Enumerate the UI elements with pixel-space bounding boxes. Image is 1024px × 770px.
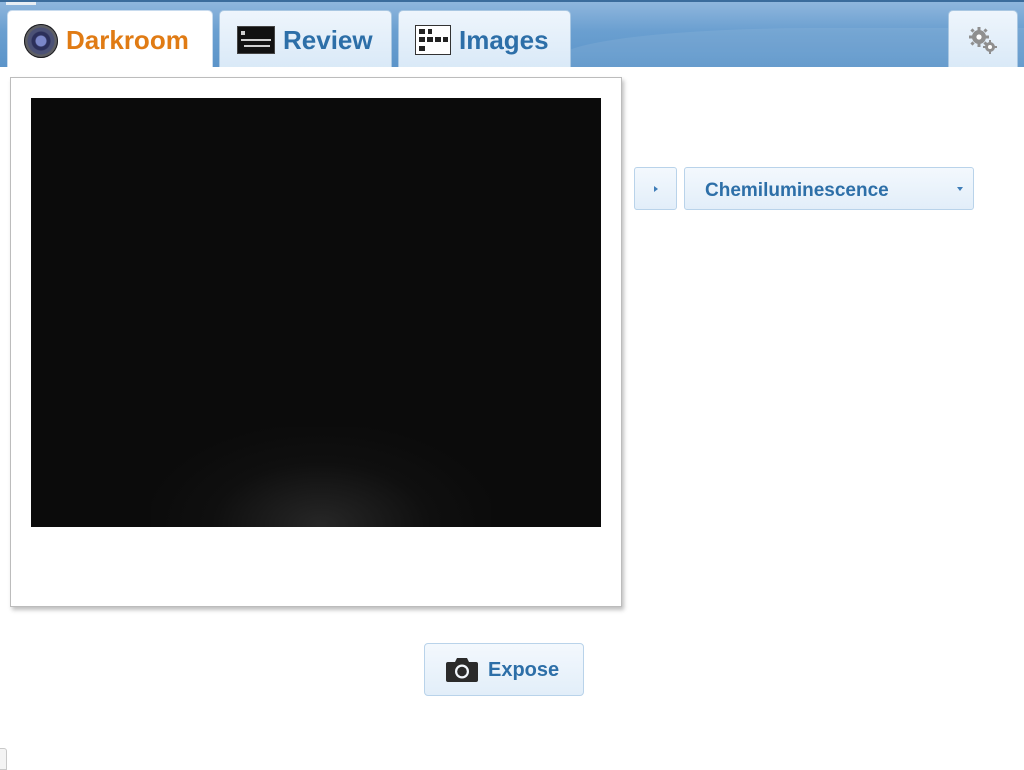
gears-icon	[969, 27, 997, 54]
triangle-right-icon	[654, 186, 658, 192]
camera-icon	[446, 658, 478, 682]
mode-select[interactable]: Chemiluminescence	[684, 167, 974, 210]
tab-darkroom[interactable]: Darkroom	[7, 10, 213, 67]
preview-panel	[10, 77, 622, 607]
tab-darkroom-label: Darkroom	[66, 25, 189, 55]
preview-image	[31, 98, 601, 527]
images-thumbnail-icon	[415, 25, 451, 55]
settings-button[interactable]	[948, 10, 1018, 67]
tab-images[interactable]: Images	[398, 10, 571, 67]
tab-review[interactable]: Review	[219, 10, 392, 67]
tab-review-label: Review	[283, 24, 373, 55]
expose-button-label: Expose	[488, 659, 560, 681]
top-tab-bar: Darkroom Review Images	[0, 0, 1024, 67]
window-corner-mark	[6, 2, 36, 5]
mode-toggle-button[interactable]	[634, 167, 677, 210]
side-panel-handle[interactable]	[0, 748, 7, 770]
camera-lens-icon	[24, 23, 58, 58]
chevron-down-icon	[957, 187, 963, 191]
mode-select-value: Chemiluminescence	[705, 180, 889, 201]
tab-images-label: Images	[459, 24, 549, 55]
expose-button[interactable]: Expose	[424, 643, 584, 696]
review-thumbnail-icon	[237, 26, 275, 54]
